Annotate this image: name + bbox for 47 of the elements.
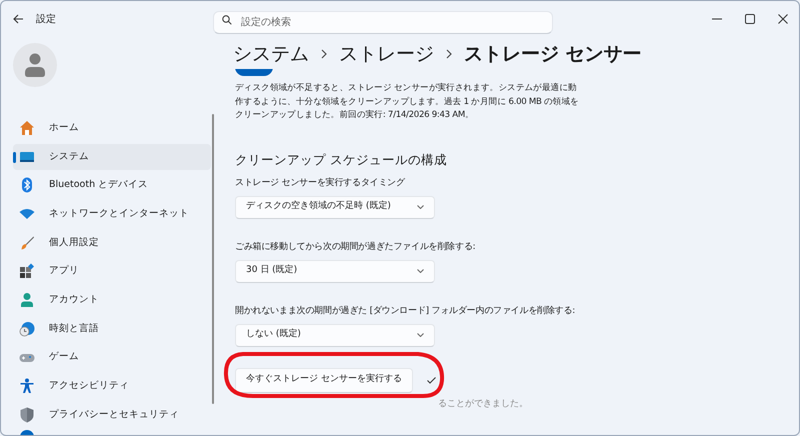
accessibility-icon	[19, 378, 35, 394]
section-heading: クリーンアップ スケジュールの構成	[235, 150, 448, 168]
chevron-down-icon	[417, 269, 424, 273]
close-icon	[778, 14, 788, 24]
sidebar-item[interactable]: アカウント	[13, 287, 211, 314]
description-text: ディスク領域が不足すると、ストレージ センサーが実行されます。システムが最適に動作するように、十分な領域をクリーンアップします。過去 1 か月間に 6.00 MB の領域をクリーンアップしました。前回の実行: 7/14/2026 9:43 AM。	[235, 82, 580, 122]
setting-label: ごみ箱に移動してから次の期間が過ぎたファイルを削除する:	[235, 240, 476, 254]
sidebar-item[interactable]: Bluetooth とデバイス	[13, 172, 211, 198]
apps-icon	[19, 263, 35, 280]
minimize-icon	[712, 18, 722, 20]
globe-clock-icon	[19, 320, 35, 337]
back-arrow-icon	[13, 14, 24, 24]
window-title: 設定	[36, 12, 56, 26]
shield-icon	[19, 406, 35, 423]
dropdown[interactable]: 30 日 (既定)	[235, 260, 435, 282]
sidebar-item[interactable]: プライバシーとセキュリティ	[13, 402, 211, 428]
selection-indicator	[13, 152, 16, 163]
search-field[interactable]: 設定の検索	[213, 10, 553, 34]
breadcrumb-link[interactable]: ストレージ	[339, 40, 434, 68]
run-now-button[interactable]: 今すぐストレージ センサーを実行する	[235, 368, 413, 392]
chevron-icon	[446, 49, 452, 59]
page-title: ストレージ センサー	[464, 42, 642, 67]
sidebar-item[interactable]: 個人用設定	[13, 230, 211, 256]
chevron-icon	[321, 49, 327, 59]
sidebar-item[interactable]: ゲーム	[13, 344, 211, 370]
avatar[interactable]	[13, 43, 57, 87]
paintbrush-icon	[19, 234, 35, 251]
result-text: ることができました。	[438, 398, 529, 409]
scrollbar[interactable]	[212, 114, 214, 404]
setting-label: 開かれないまま次の期間が過ぎた [ダウンロード] フォルダー内のファイルを削除する:	[235, 304, 576, 318]
breadcrumb-link[interactable]: システム	[233, 40, 309, 68]
chevron-down-icon	[417, 205, 424, 209]
bluetooth-icon	[19, 177, 35, 194]
sidebar-item[interactable]: アクセシビリティ	[13, 373, 211, 400]
dropdown[interactable]: しない (既定)	[235, 324, 435, 346]
setting-label: ストレージ センサーを実行するタイミング	[235, 176, 406, 190]
sidebar-item[interactable]: 時刻と言語	[13, 316, 211, 342]
sidebar-item[interactable]: ネットワークとインターネット	[13, 201, 211, 228]
update-icon[interactable]	[19, 429, 35, 435]
person-icon	[19, 292, 35, 308]
home-icon	[19, 120, 35, 136]
maximize-icon	[744, 14, 754, 24]
sidebar-item[interactable]: ホーム	[13, 115, 211, 141]
sidebar-item[interactable]: システム	[13, 144, 211, 170]
sidebar-item[interactable]: アプリ	[13, 258, 211, 284]
dropdown[interactable]: ディスクの空き領域の不足時 (既定)	[235, 196, 435, 218]
chevron-down-icon	[417, 333, 424, 337]
